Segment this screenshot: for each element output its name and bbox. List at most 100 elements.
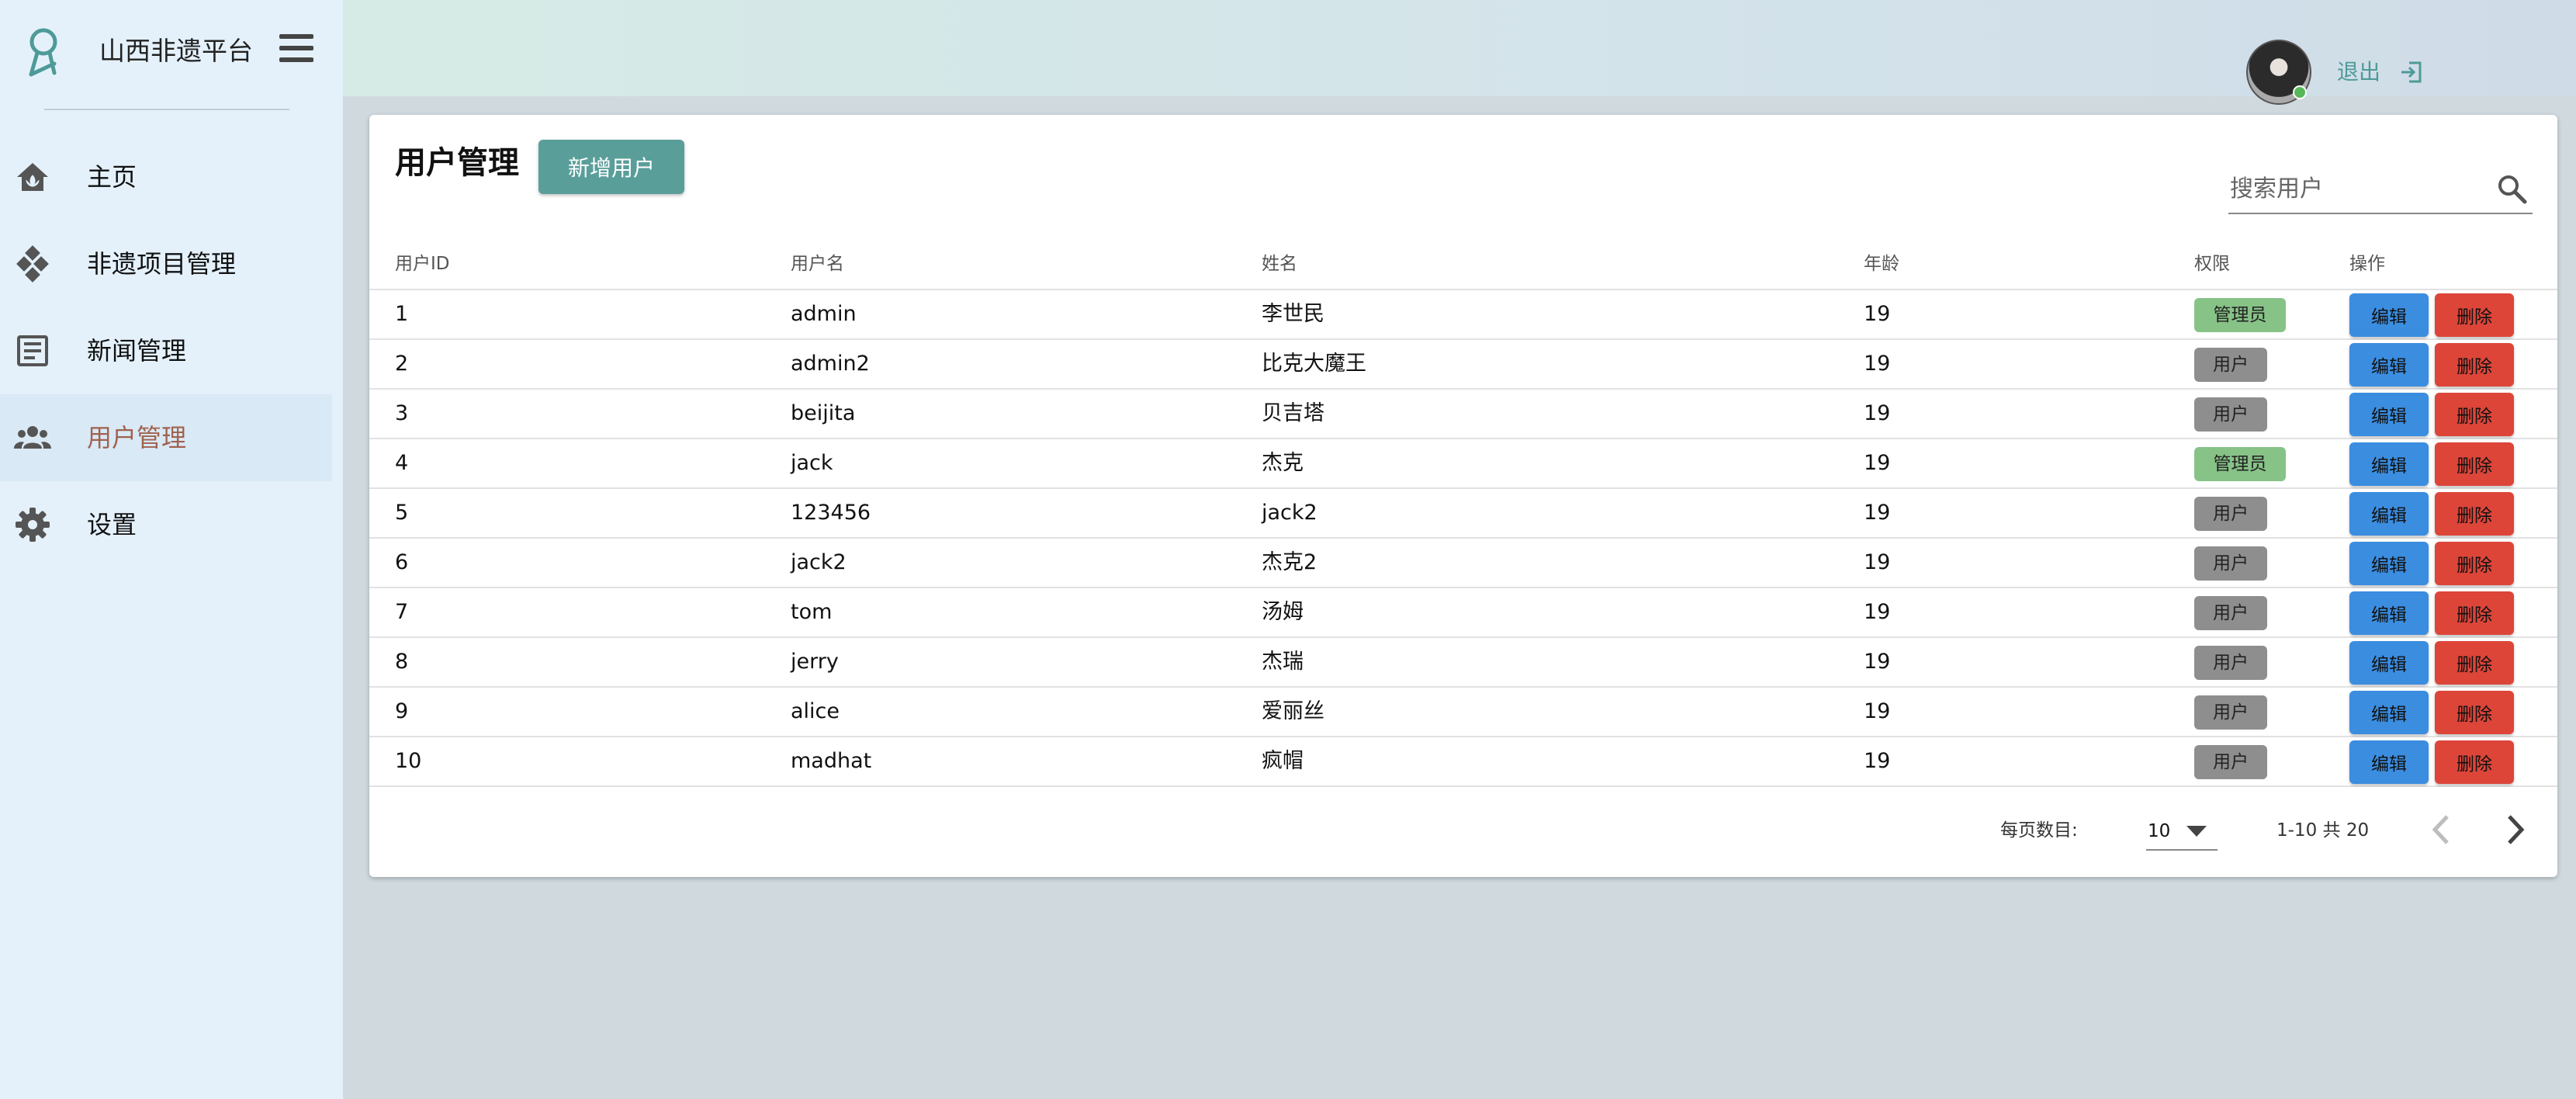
edit-button[interactable]: 编辑 bbox=[2349, 691, 2429, 734]
delete-button[interactable]: 删除 bbox=[2435, 641, 2514, 685]
role-badge: 用户 bbox=[2194, 546, 2267, 581]
sidebar-item-label: 主页 bbox=[87, 162, 137, 192]
cell-username: jack bbox=[791, 451, 833, 475]
cell-username: jack2 bbox=[791, 550, 847, 574]
column-header-role: 权限 bbox=[2194, 254, 2230, 274]
table-row: 7 tom 汤姆 19 用户 编辑 删除 bbox=[369, 588, 2557, 638]
rows-per-page-label: 每页数目: bbox=[2000, 820, 2078, 841]
cell-age: 19 bbox=[1864, 699, 1891, 723]
edit-button[interactable]: 编辑 bbox=[2349, 393, 2429, 436]
pagination: 每页数目: 10 1-10 共 20 bbox=[369, 792, 2557, 869]
cell-name: jack2 bbox=[1262, 501, 1317, 525]
delete-button[interactable]: 删除 bbox=[2435, 591, 2514, 635]
cell-age: 19 bbox=[1864, 600, 1891, 624]
page-range-text: 1-10 共 20 bbox=[2277, 820, 2370, 841]
cell-user-id: 9 bbox=[395, 699, 409, 723]
table-row: 9 alice 爱丽丝 19 用户 编辑 删除 bbox=[369, 688, 2557, 737]
edit-button[interactable]: 编辑 bbox=[2349, 293, 2429, 337]
logout-label: 退出 bbox=[2337, 59, 2381, 85]
home-icon bbox=[17, 163, 48, 191]
cell-name: 爱丽丝 bbox=[1262, 699, 1324, 723]
cell-username: jerry bbox=[791, 650, 839, 674]
table-row: 5 123456 jack2 19 用户 编辑 删除 bbox=[369, 489, 2557, 539]
diamond-grid-icon bbox=[16, 245, 49, 283]
cell-name: 比克大魔王 bbox=[1262, 352, 1366, 376]
delete-button[interactable]: 删除 bbox=[2435, 393, 2514, 436]
cell-name: 贝吉塔 bbox=[1262, 401, 1324, 425]
edit-button[interactable]: 编辑 bbox=[2349, 542, 2429, 585]
delete-button[interactable]: 删除 bbox=[2435, 293, 2514, 337]
role-badge: 用户 bbox=[2194, 695, 2267, 730]
sidebar-item-label: 设置 bbox=[87, 510, 137, 539]
edit-button[interactable]: 编辑 bbox=[2349, 442, 2429, 486]
menu-toggle-icon[interactable] bbox=[279, 34, 315, 68]
column-header-actions: 操作 bbox=[2349, 254, 2385, 274]
cell-username: admin bbox=[791, 302, 857, 326]
sidebar-item-users[interactable]: 用户管理 bbox=[0, 394, 332, 481]
delete-button[interactable]: 删除 bbox=[2435, 492, 2514, 536]
edit-button[interactable]: 编辑 bbox=[2349, 343, 2429, 387]
cell-age: 19 bbox=[1864, 749, 1891, 773]
next-page-icon[interactable] bbox=[2497, 812, 2533, 848]
top-bar bbox=[343, 0, 2576, 96]
sidebar-item-label: 用户管理 bbox=[87, 423, 187, 452]
role-badge: 用户 bbox=[2194, 745, 2267, 779]
cell-age: 19 bbox=[1864, 501, 1891, 525]
cell-age: 19 bbox=[1864, 401, 1891, 425]
divider bbox=[44, 109, 289, 110]
cell-name: 杰瑞 bbox=[1262, 650, 1304, 674]
cell-name: 杰克2 bbox=[1262, 550, 1317, 574]
logout-icon bbox=[2401, 61, 2422, 83]
role-badge: 用户 bbox=[2194, 646, 2267, 680]
cell-name: 疯帽 bbox=[1262, 749, 1304, 773]
cell-username: alice bbox=[791, 699, 840, 723]
cell-age: 19 bbox=[1864, 650, 1891, 674]
gear-icon bbox=[16, 508, 50, 542]
table-body: 1 admin 李世民 19 管理员 编辑 删除 2 admin2 比克大魔王 19 用户 编辑 删除 3 b… bbox=[369, 290, 2557, 787]
edit-button[interactable]: 编辑 bbox=[2349, 740, 2429, 784]
news-icon bbox=[17, 335, 48, 366]
delete-button[interactable]: 删除 bbox=[2435, 740, 2514, 784]
cell-name: 李世民 bbox=[1262, 302, 1324, 326]
prev-page-icon[interactable] bbox=[2424, 812, 2460, 848]
role-badge: 管理员 bbox=[2194, 447, 2286, 481]
users-table: 用户ID 用户名 姓名 年龄 权限 操作 1 admin 李世民 19 管理员 编辑 删除 2… bbox=[369, 239, 2557, 787]
cell-age: 19 bbox=[1864, 302, 1891, 326]
edit-button[interactable]: 编辑 bbox=[2349, 492, 2429, 536]
delete-button[interactable]: 删除 bbox=[2435, 343, 2514, 387]
cell-username: tom bbox=[791, 600, 833, 624]
table-row: 3 beijita 贝吉塔 19 用户 编辑 删除 bbox=[369, 390, 2557, 439]
rows-per-page-value: 10 bbox=[2148, 821, 2171, 841]
table-row: 10 madhat 疯帽 19 用户 编辑 删除 bbox=[369, 737, 2557, 787]
delete-button[interactable]: 删除 bbox=[2435, 691, 2514, 734]
sidebar-item-news[interactable]: 新闻管理 bbox=[0, 307, 332, 394]
logout-button[interactable]: 退出 bbox=[2337, 56, 2423, 87]
logo-icon bbox=[29, 28, 57, 77]
search-input[interactable] bbox=[2228, 171, 2480, 206]
rows-per-page-select[interactable]: 10 bbox=[2146, 812, 2218, 851]
brand: 山西非遗平台 bbox=[0, 0, 343, 109]
edit-button[interactable]: 编辑 bbox=[2349, 641, 2429, 685]
cell-username: 123456 bbox=[791, 501, 871, 525]
sidebar-item-home[interactable]: 主页 bbox=[0, 133, 332, 220]
column-header-username: 用户名 bbox=[791, 254, 844, 274]
sidebar-item-heritage[interactable]: 非遗项目管理 bbox=[0, 220, 332, 307]
cell-user-id: 3 bbox=[395, 401, 409, 425]
sidebar-item-label: 新闻管理 bbox=[87, 336, 187, 366]
delete-button[interactable]: 删除 bbox=[2435, 442, 2514, 486]
cell-user-id: 10 bbox=[395, 749, 422, 773]
page-title: 用户管理 bbox=[395, 145, 519, 181]
sidebar-item-settings[interactable]: 设置 bbox=[0, 481, 332, 568]
cell-username: beijita bbox=[791, 401, 856, 425]
cell-user-id: 4 bbox=[395, 451, 409, 475]
add-user-button[interactable]: 新增用户 bbox=[538, 140, 684, 194]
cell-user-id: 7 bbox=[395, 600, 409, 624]
sidebar-item-label: 非遗项目管理 bbox=[87, 249, 237, 279]
table-row: 1 admin 李世民 19 管理员 编辑 删除 bbox=[369, 290, 2557, 340]
cell-user-id: 1 bbox=[395, 302, 409, 326]
cell-user-id: 8 bbox=[395, 650, 409, 674]
table-row: 8 jerry 杰瑞 19 用户 编辑 删除 bbox=[369, 638, 2557, 688]
search-icon[interactable] bbox=[2495, 172, 2528, 205]
delete-button[interactable]: 删除 bbox=[2435, 542, 2514, 585]
edit-button[interactable]: 编辑 bbox=[2349, 591, 2429, 635]
